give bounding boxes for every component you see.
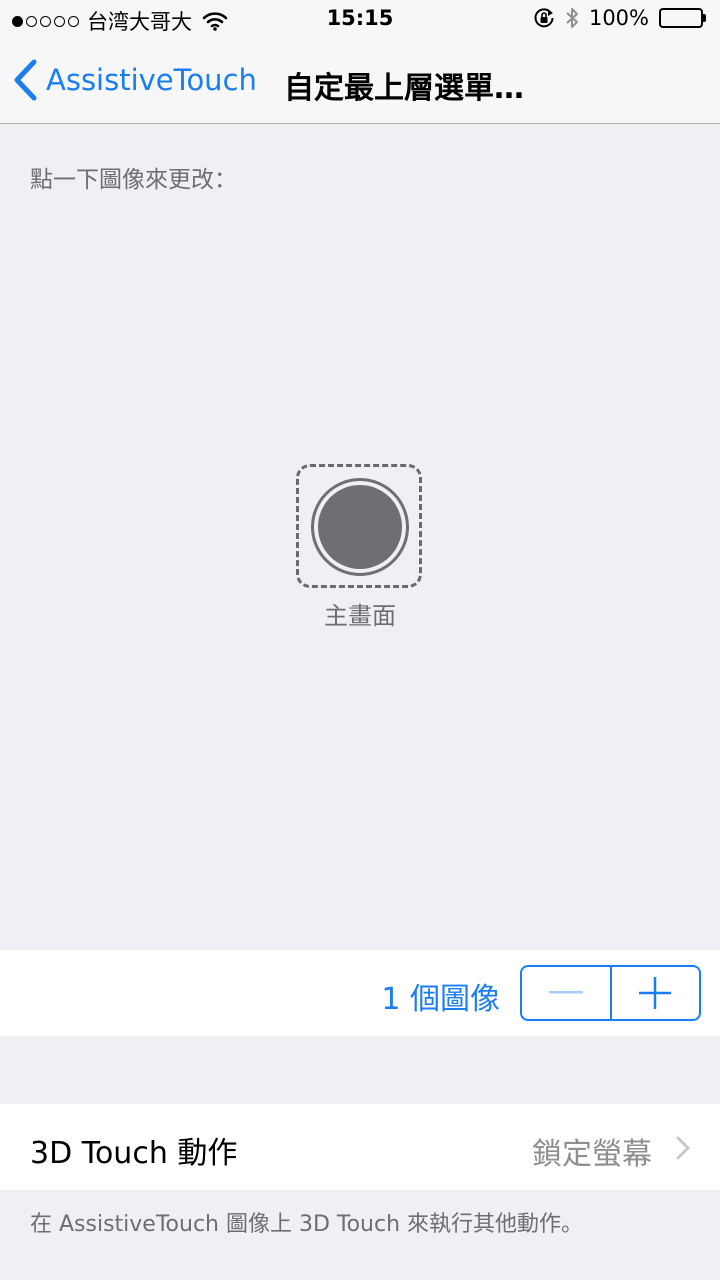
battery-icon [659,8,706,28]
icon-count-label: 1 個圖像 [381,982,500,1017]
battery-percentage: 100% [588,6,649,30]
home-icon-label: 主畫面 [324,602,396,630]
home-icon-slot[interactable] [296,464,422,588]
plus-icon [639,977,672,1009]
icon-count-stepper [520,965,701,1021]
orientation-lock-icon [534,8,554,28]
navigation-bar: AssistiveTouch 自定最上層選單… [0,40,720,124]
page-title: 自定最上層選單… [284,71,524,106]
home-button-icon [311,478,409,576]
3d-touch-action-row[interactable]: 3D Touch 動作 鎖定螢幕 [0,1104,720,1190]
bluetooth-icon [566,8,578,28]
3d-touch-label: 3D Touch 動作 [30,1136,238,1171]
increment-button[interactable] [612,967,700,1019]
footer-note: 在 AssistiveTouch 圖像上 3D Touch 來執行其他動作。 [30,1212,584,1237]
status-right: 100% [533,6,706,30]
chevron-right-icon [676,1136,690,1160]
tap-hint-label: 點一下圖像來更改： [30,167,237,193]
back-button-label: AssistiveTouch [46,63,257,97]
back-chevron-icon [14,59,37,101]
minus-icon [548,991,583,994]
icon-count-row: 1 個圖像 [0,950,720,1036]
back-button[interactable]: AssistiveTouch [12,58,257,102]
decrement-button[interactable] [522,967,610,1019]
screen: 台湾大哥大 15:15 100% AssistiveTouch 自定最上層選單…… [0,0,720,1280]
status-bar: 台湾大哥大 15:15 100% [0,0,720,40]
3d-touch-value: 鎖定螢幕 [532,1137,652,1172]
